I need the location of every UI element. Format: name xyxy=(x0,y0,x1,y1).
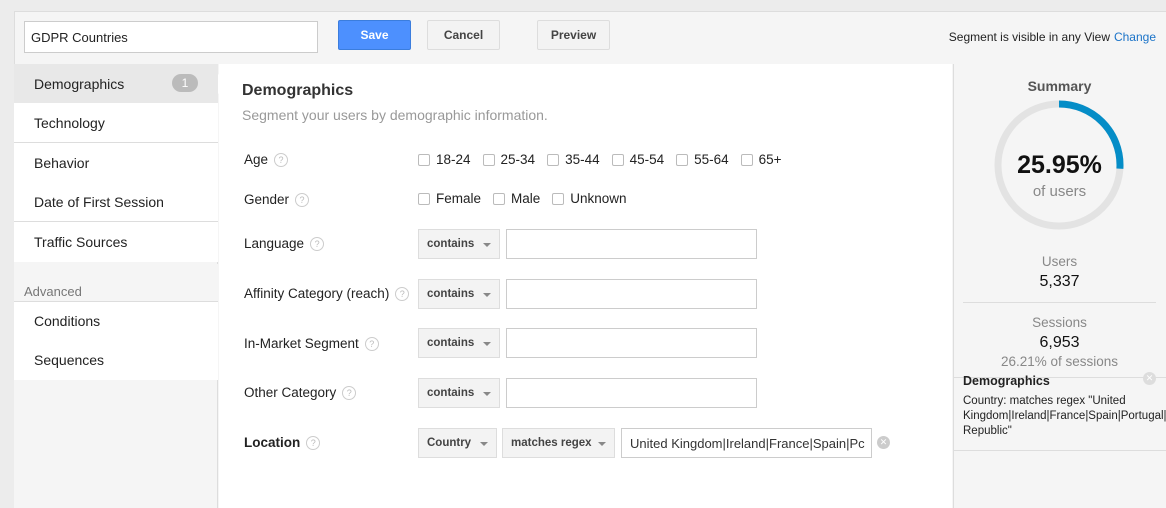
remove-condition-icon[interactable]: ✕ xyxy=(1143,372,1156,385)
age-45-54-checkbox[interactable]: 45-54 xyxy=(611,152,664,167)
chevron-down-icon xyxy=(483,342,491,346)
sidebar-item-demographics[interactable]: Demographics 1 xyxy=(14,64,218,104)
age-25-34-checkbox[interactable]: 25-34 xyxy=(482,152,535,167)
help-icon[interactable]: ? xyxy=(364,336,379,351)
affinity-input[interactable] xyxy=(506,279,757,309)
divider xyxy=(963,302,1156,303)
help-icon[interactable]: ? xyxy=(310,236,325,251)
sidebar-item-conditions[interactable]: Conditions xyxy=(14,301,218,341)
save-button[interactable]: Save xyxy=(338,20,411,50)
location-dimension-dropdown[interactable]: Country xyxy=(418,428,497,458)
preview-button[interactable]: Preview xyxy=(537,20,610,50)
sidebar-item-label: Technology xyxy=(34,114,105,131)
advanced-heading: Advanced xyxy=(24,284,82,299)
age-55-64-checkbox[interactable]: 55-64 xyxy=(676,152,729,167)
age-65plus-checkbox[interactable]: 65+ xyxy=(740,152,782,167)
age-label: Age? xyxy=(244,152,289,167)
of-users-label: of users xyxy=(1032,183,1087,200)
language-input[interactable] xyxy=(506,229,757,259)
sidebar-item-behavior[interactable]: Behavior xyxy=(14,143,218,183)
sidebar-item-label: Demographics xyxy=(34,75,125,92)
sidebar-item-label: Behavior xyxy=(34,154,90,171)
users-value: 5,337 xyxy=(1039,273,1080,290)
condition-title: Demographics xyxy=(963,374,1050,388)
change-link[interactable]: Change xyxy=(1114,30,1156,44)
inmarket-operator-dropdown[interactable]: contains xyxy=(418,328,500,358)
visibility-text: Segment is visible in any View xyxy=(948,30,1110,44)
language-operator-dropdown[interactable]: contains xyxy=(418,229,500,259)
sidebar-item-sequences[interactable]: Sequences xyxy=(14,340,218,380)
help-icon[interactable]: ? xyxy=(306,435,321,450)
segment-name-input[interactable] xyxy=(24,21,318,53)
age-options: 18-24 25-34 35-44 45-54 55-64 65+ xyxy=(418,152,782,167)
sessions-value: 6,953 xyxy=(1039,334,1080,351)
cancel-button[interactable]: Cancel xyxy=(427,20,500,50)
sidebar-item-label: Traffic Sources xyxy=(34,234,128,250)
gender-options: Female Male Unknown xyxy=(418,191,627,206)
affinity-label: Affinity Category (reach)? xyxy=(244,286,410,301)
count-badge: 1 xyxy=(172,74,198,92)
age-18-24-checkbox[interactable]: 18-24 xyxy=(418,152,471,167)
location-label: Location? xyxy=(244,435,321,450)
help-icon[interactable]: ? xyxy=(295,192,310,207)
chevron-down-icon xyxy=(483,392,491,396)
chevron-down-icon xyxy=(483,293,491,297)
language-label: Language? xyxy=(244,236,325,251)
gender-male-checkbox[interactable]: Male xyxy=(493,191,540,206)
other-category-label: Other Category? xyxy=(244,385,357,400)
sidebar-item-label: Sequences xyxy=(34,352,105,368)
chevron-down-icon xyxy=(483,243,491,247)
other-category-input[interactable] xyxy=(506,378,757,408)
users-percent: 25.95% xyxy=(1017,151,1102,179)
users-label: Users xyxy=(1041,254,1078,269)
age-35-44-checkbox[interactable]: 35-44 xyxy=(547,152,600,167)
sidebar-item-technology[interactable]: Technology xyxy=(14,103,218,143)
chevron-down-icon xyxy=(598,442,606,446)
help-icon[interactable]: ? xyxy=(342,385,357,400)
condition-description: Country: matches regex "United Kingdom|I… xyxy=(963,395,1166,437)
sidebar-item-date-of-first-session[interactable]: Date of First Session xyxy=(14,182,218,222)
sidebar-item-traffic-sources[interactable]: Traffic Sources xyxy=(14,222,218,262)
sessions-label: Sessions xyxy=(1032,315,1087,330)
inmarket-input[interactable] xyxy=(506,328,757,358)
help-icon[interactable]: ? xyxy=(395,286,410,301)
gender-label: Gender? xyxy=(244,192,310,207)
sessions-percent: 26.21% of sessions xyxy=(1000,354,1119,369)
affinity-operator-dropdown[interactable]: contains xyxy=(418,279,500,309)
divider xyxy=(953,450,1166,451)
other-operator-dropdown[interactable]: contains xyxy=(418,378,500,408)
clear-icon[interactable]: ✕ xyxy=(877,436,890,449)
gender-female-checkbox[interactable]: Female xyxy=(418,191,481,206)
summary-title: Summary xyxy=(1027,78,1092,94)
help-icon[interactable]: ? xyxy=(274,152,289,167)
gender-unknown-checkbox[interactable]: Unknown xyxy=(552,191,627,206)
section-subtitle: Segment your users by demographic inform… xyxy=(242,107,548,123)
chevron-down-icon xyxy=(480,442,488,446)
sidebar-item-label: Conditions xyxy=(34,313,101,329)
location-input[interactable]: United Kingdom|Ireland|France|Spain|Pc xyxy=(621,428,872,458)
location-operator-dropdown[interactable]: matches regex xyxy=(502,428,615,458)
section-title: Demographics xyxy=(242,82,354,99)
sidebar-item-label: Date of First Session xyxy=(34,193,164,210)
inmarket-label: In-Market Segment? xyxy=(244,336,379,351)
